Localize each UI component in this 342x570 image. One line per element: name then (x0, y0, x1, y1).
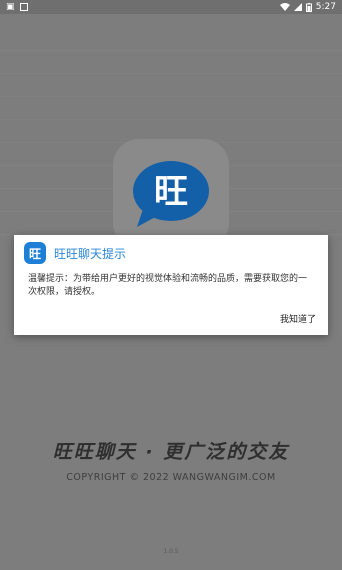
version-label: 1.0.5 (163, 548, 179, 555)
dialog-title: 旺旺聊天提示 (54, 246, 127, 261)
logo-glyph: 旺 (154, 172, 188, 212)
permission-dialog: 旺 旺旺聊天提示 温馨提示：为带给用户更好的视觉体验和流畅的品质，需要获取您的一… (14, 235, 328, 335)
slogan: 旺旺聊天 · 更广泛的交友 (52, 441, 290, 463)
wifi-icon (279, 3, 290, 11)
app-logo: 旺 (113, 139, 229, 249)
notification-icon: ▣ (6, 2, 15, 12)
status-bar: ▣ 5:27 (0, 0, 342, 14)
status-time: 5:27 (315, 2, 336, 12)
dialog-message: 温馨提示：为带给用户更好的视觉体验和流畅的品质，需要获取您的一次权限，请授权。 (28, 274, 308, 297)
signal-icon (293, 3, 302, 11)
battery-icon (305, 2, 312, 12)
app-icon: 旺 (24, 242, 46, 264)
dialog-header: 旺 旺旺聊天提示 (14, 235, 328, 271)
app-notification-icon (19, 3, 28, 11)
confirm-button[interactable]: 我知道了 (280, 312, 316, 325)
copyright-text: COPYRIGHT © 2022 WANGWANGIM.COM (66, 472, 276, 483)
chat-bubble-logo-icon: 旺 (133, 161, 209, 227)
